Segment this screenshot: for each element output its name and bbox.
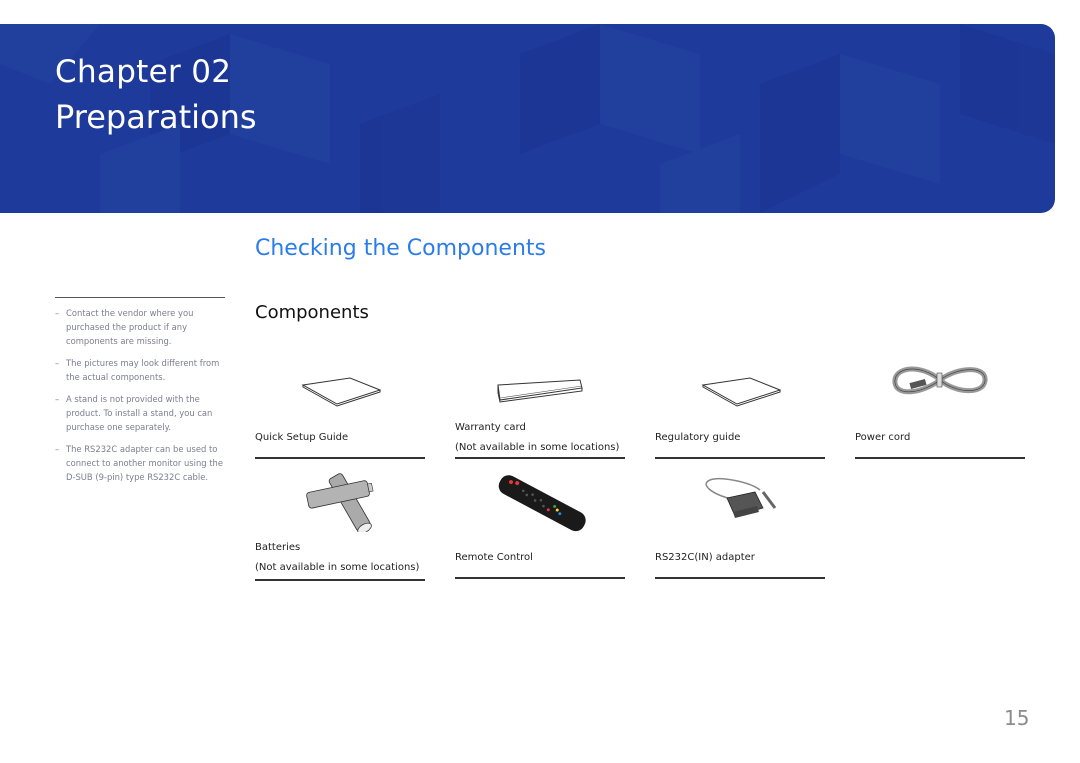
card-icon xyxy=(497,379,583,403)
component-name: Regulatory guide xyxy=(655,432,741,443)
chapter-number: Chapter 02 xyxy=(55,54,232,90)
component-name: Quick Setup Guide xyxy=(255,432,349,443)
component-batteries: Batteries (Not available in some locatio… xyxy=(255,470,425,581)
component-name: Batteries xyxy=(255,542,301,553)
note-item: – The pictures may look different from th… xyxy=(55,356,225,384)
booklet-icon xyxy=(701,377,782,407)
divider xyxy=(255,457,425,459)
component-name: Remote Control xyxy=(455,552,533,563)
bullet-dash: – xyxy=(55,394,60,404)
component-remote-control: Remote Control xyxy=(455,470,625,580)
component-rs232c-adapter: RS232C(IN) adapter xyxy=(655,470,825,580)
component-regulatory-guide: Regulatory guide xyxy=(655,350,825,460)
note-item: – The RS232C adapter can be used to conne… xyxy=(55,442,225,484)
bullet-dash: – xyxy=(55,444,60,454)
component-note: (Not available in some locations) xyxy=(255,562,420,573)
booklet-icon xyxy=(301,377,382,407)
divider xyxy=(855,457,1025,459)
divider xyxy=(255,579,425,581)
component-note: (Not available in some locations) xyxy=(455,442,620,453)
subsection-title: Components xyxy=(255,302,369,323)
notes-sidebar: – Contact the vendor where you purchased … xyxy=(55,297,225,492)
component-name: Warranty card xyxy=(455,422,526,433)
component-power-cord: Power cord xyxy=(855,350,1025,460)
divider xyxy=(655,457,825,459)
remote-control-icon xyxy=(498,475,586,532)
divider xyxy=(655,577,825,579)
note-text: Contact the vendor where you purchased t… xyxy=(66,308,194,346)
note-text: The pictures may look different from the… xyxy=(66,358,220,382)
component-name: RS232C(IN) adapter xyxy=(655,552,755,563)
note-text: The RS232C adapter can be used to connec… xyxy=(66,444,223,482)
component-warranty-card: Warranty card (Not available in some loc… xyxy=(455,350,625,460)
component-quick-setup-guide: Quick Setup Guide xyxy=(255,350,425,460)
note-item: – A stand is not provided with the produc… xyxy=(55,392,225,434)
divider xyxy=(455,457,625,459)
power-cord-icon xyxy=(892,366,988,395)
bullet-dash: – xyxy=(55,308,60,318)
note-item: – Contact the vendor where you purchased … xyxy=(55,306,225,348)
component-name: Power cord xyxy=(855,432,911,443)
divider xyxy=(455,577,625,579)
chapter-title: Preparations xyxy=(55,98,257,136)
chapter-banner: Chapter 02 Preparations xyxy=(0,24,1055,213)
section-title: Checking the Components xyxy=(255,236,546,261)
note-text: A stand is not provided with the product… xyxy=(66,394,213,432)
page-number: 15 xyxy=(1004,706,1030,730)
bullet-dash: – xyxy=(55,358,60,368)
batteries-icon xyxy=(306,473,374,532)
rs232c-adapter-icon xyxy=(705,478,777,518)
